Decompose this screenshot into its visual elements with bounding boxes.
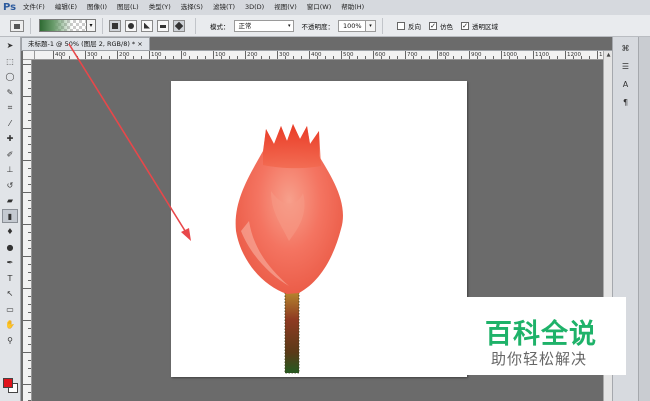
watermark: 百科全说 助你轻松解决 <box>467 297 626 375</box>
paragraph-panel-icon[interactable]: ¶ <box>617 95 635 109</box>
arrow-line <box>68 43 188 235</box>
panel-dock <box>638 37 650 401</box>
character-panel-icon[interactable]: A <box>617 77 635 91</box>
properties-panel-icon[interactable]: ☰ <box>617 59 635 73</box>
arrow-head <box>181 228 191 241</box>
watermark-subtitle: 助你轻松解决 <box>491 350 588 368</box>
history-panel-icon[interactable]: ⌘ <box>617 41 635 55</box>
watermark-title: 百科全说 <box>485 319 597 350</box>
